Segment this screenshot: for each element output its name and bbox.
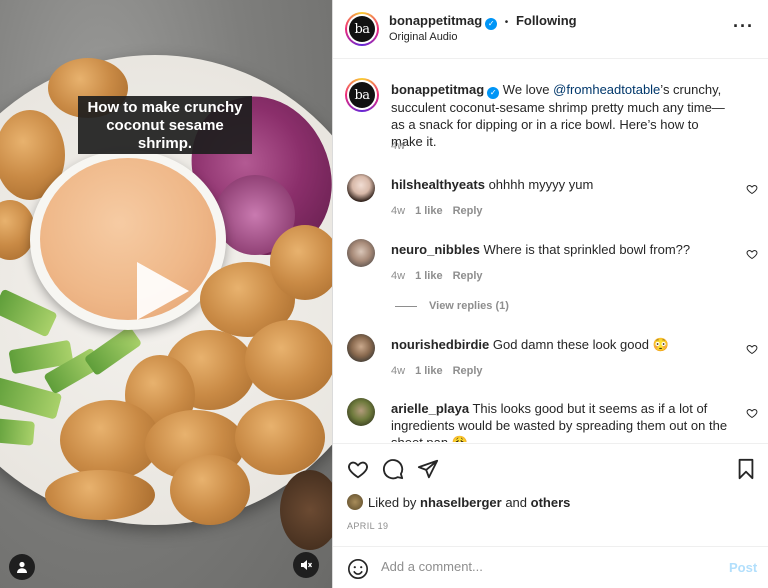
play-icon bbox=[137, 262, 189, 320]
heart-icon[interactable] bbox=[746, 407, 758, 419]
post-video[interactable]: How to make crunchy coconut sesame shrim… bbox=[0, 0, 332, 588]
shrimp bbox=[245, 320, 332, 400]
bookmark-icon[interactable] bbox=[735, 458, 757, 480]
play-button[interactable] bbox=[125, 255, 205, 327]
hand bbox=[280, 470, 332, 550]
shrimp bbox=[235, 400, 325, 475]
heart-icon[interactable] bbox=[746, 183, 758, 195]
author-avatar[interactable]: ba bbox=[345, 12, 379, 46]
caption-text: bonappetitmag ✓ We love @fromheadtotable’… bbox=[391, 82, 725, 149]
verified-icon: ✓ bbox=[487, 87, 500, 99]
likes-others-link[interactable]: others bbox=[531, 495, 571, 510]
caption-username[interactable]: bonappetitmag bbox=[391, 82, 484, 97]
comment-text: neuro_nibbles Where is that sprinkled bo… bbox=[391, 242, 691, 257]
caption-avatar[interactable]: ba bbox=[345, 78, 379, 112]
reply-button[interactable]: Reply bbox=[453, 205, 483, 217]
emoji-smiley-icon[interactable] bbox=[347, 558, 369, 580]
commenter-avatar[interactable] bbox=[347, 334, 375, 362]
liker-avatar[interactable] bbox=[347, 494, 363, 510]
separator-dot: • bbox=[504, 17, 509, 28]
post-details-panel: ba bonappetitmag ✓ • Following Original A… bbox=[333, 0, 768, 588]
liker-username[interactable]: nhaselberger bbox=[420, 495, 502, 510]
replies-line bbox=[395, 306, 417, 307]
tagged-users-button[interactable] bbox=[9, 554, 35, 580]
comment-meta: 4w 1 like Reply bbox=[391, 205, 483, 217]
reply-button[interactable]: Reply bbox=[453, 270, 483, 282]
view-replies-button[interactable]: View replies (1) bbox=[429, 300, 509, 312]
audio-link[interactable]: Original Audio bbox=[389, 31, 458, 43]
author-username[interactable]: bonappetitmag bbox=[389, 13, 482, 28]
comment-text: nourishedbirdie God damn these look good… bbox=[391, 337, 669, 352]
heart-icon[interactable] bbox=[746, 343, 758, 355]
commenter-avatar[interactable] bbox=[347, 239, 375, 267]
user-icon bbox=[17, 561, 27, 573]
caption-time: 4w bbox=[391, 140, 406, 152]
comments-list[interactable]: ba bonappetitmag ✓ We love @fromheadtotab… bbox=[333, 60, 768, 442]
comment-input[interactable] bbox=[381, 559, 711, 574]
comment-meta: 4w 1 like Reply bbox=[391, 365, 483, 377]
comment-text: arielle_playa This looks good but it see… bbox=[391, 401, 728, 442]
following-button[interactable]: Following bbox=[516, 13, 577, 28]
post-comment-button[interactable]: Post bbox=[729, 560, 757, 575]
shrimp bbox=[45, 470, 155, 520]
commenter-avatar[interactable] bbox=[347, 398, 375, 426]
liked-by: Liked by nhaselberger and others bbox=[347, 494, 570, 510]
heart-icon[interactable] bbox=[746, 248, 758, 260]
shrimp bbox=[270, 225, 332, 300]
muted-audio-icon bbox=[301, 560, 313, 570]
more-options-icon[interactable]: ··· bbox=[733, 16, 754, 37]
mention-link[interactable]: @fromheadtotable bbox=[553, 82, 660, 97]
likes-count[interactable]: 1 like bbox=[415, 205, 443, 217]
post-actions: Liked by nhaselberger and others APRIL 1… bbox=[333, 443, 768, 588]
video-title-overlay: How to make crunchy coconut sesame shrim… bbox=[78, 96, 252, 154]
comment-meta: 4w 1 like Reply bbox=[391, 270, 483, 282]
comment-text: hilshealthyeats ohhhh myyyy yum bbox=[391, 177, 594, 192]
mute-button[interactable] bbox=[293, 552, 319, 578]
share-paper-plane-icon[interactable] bbox=[417, 458, 439, 480]
like-heart-icon[interactable] bbox=[347, 458, 369, 480]
likes-count[interactable]: 1 like bbox=[415, 270, 443, 282]
cucumber-slice bbox=[0, 418, 35, 446]
add-comment-row: Post bbox=[333, 546, 768, 588]
post-header: ba bonappetitmag ✓ • Following Original A… bbox=[333, 0, 768, 59]
reply-button[interactable]: Reply bbox=[453, 365, 483, 377]
post-date: APRIL 19 bbox=[347, 521, 389, 531]
verified-icon: ✓ bbox=[485, 18, 498, 30]
shrimp bbox=[170, 455, 250, 525]
likes-count[interactable]: 1 like bbox=[415, 365, 443, 377]
commenter-avatar[interactable] bbox=[347, 174, 375, 202]
comment-bubble-icon[interactable] bbox=[382, 458, 404, 480]
